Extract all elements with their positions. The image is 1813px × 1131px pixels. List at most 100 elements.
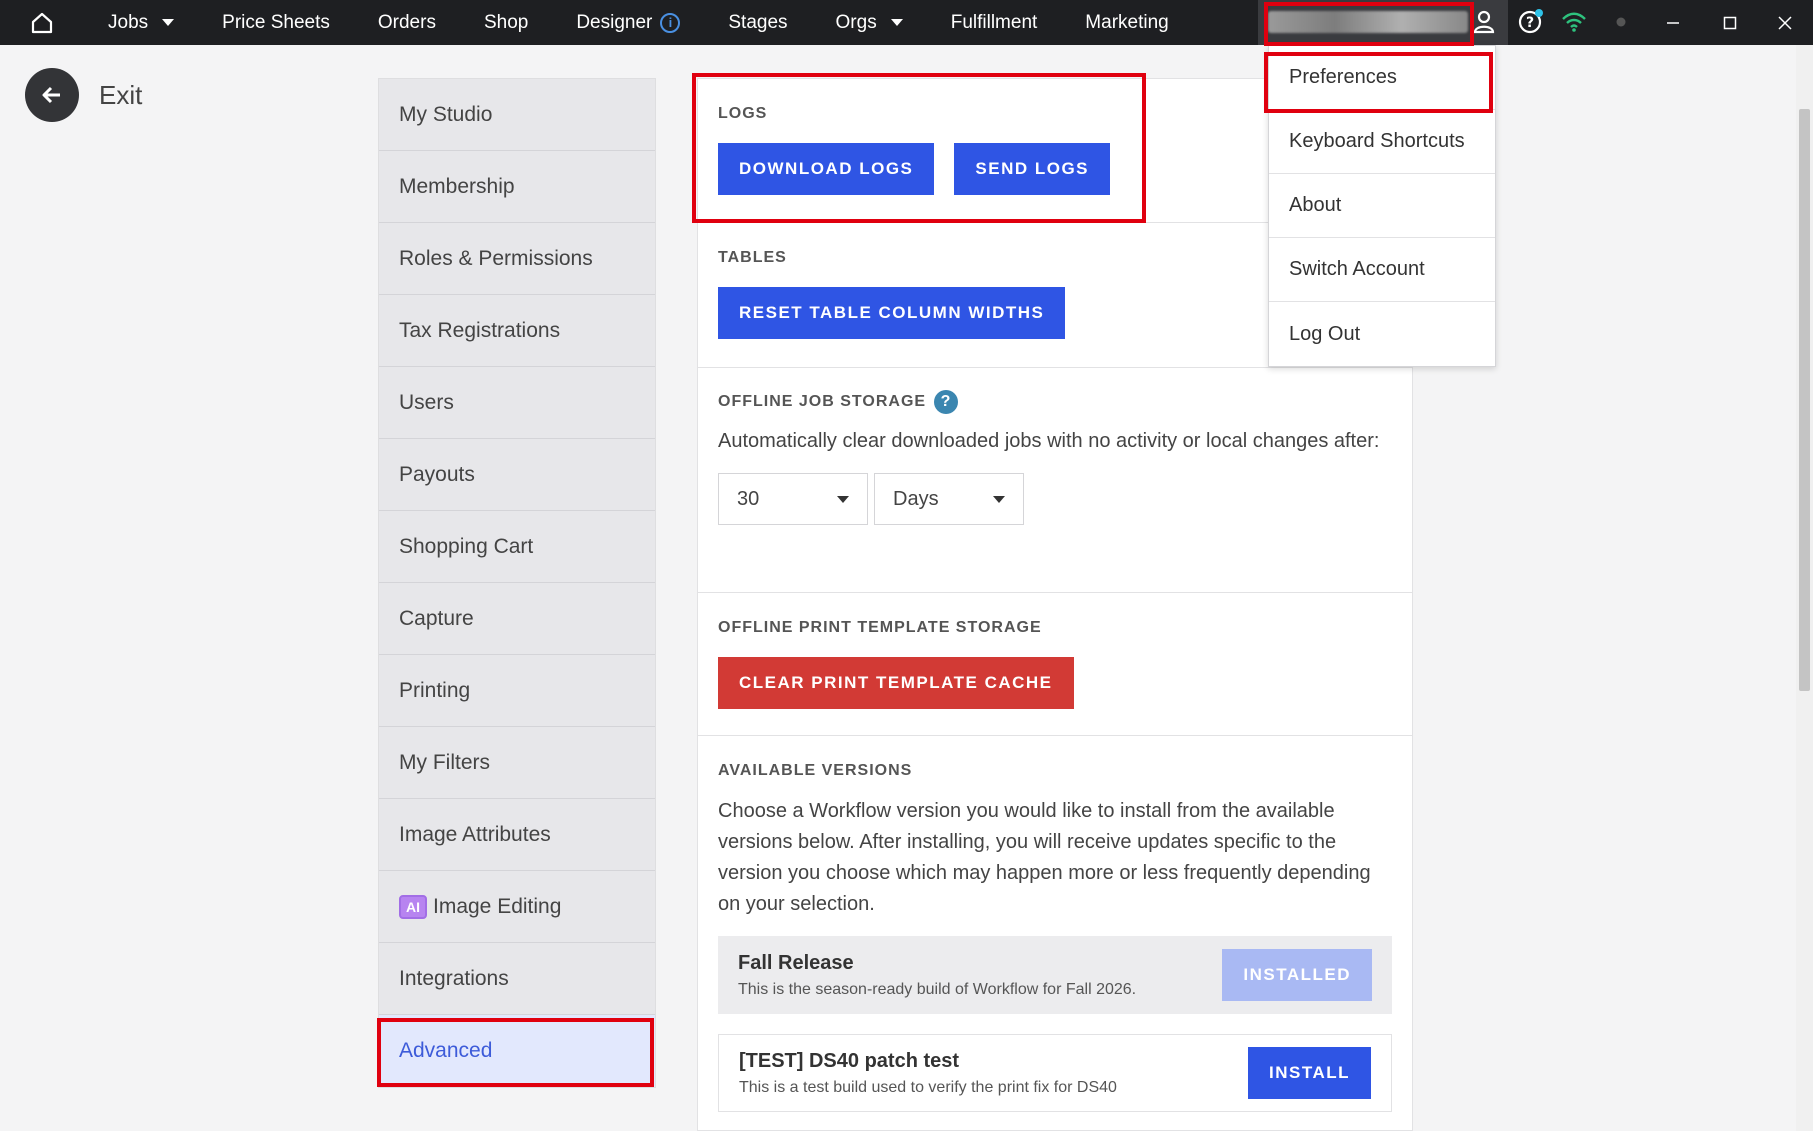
- sidebar-item-shopping-cart[interactable]: Shopping Cart: [379, 511, 655, 583]
- version-card-fall-release: Fall Release This is the season-ready bu…: [718, 936, 1392, 1014]
- home-icon: [31, 12, 53, 33]
- chevron-down-icon: [890, 19, 903, 26]
- back-arrow-icon: [25, 68, 79, 122]
- nav-fulfillment-label: Fulfillment: [950, 11, 1038, 33]
- scrollbar-thumb[interactable]: [1799, 109, 1810, 691]
- maximize-icon: [1723, 16, 1736, 29]
- help-icon[interactable]: ?: [1516, 8, 1544, 36]
- minimize-button[interactable]: [1644, 0, 1701, 45]
- sidebar-item-printing[interactable]: Printing: [379, 655, 655, 727]
- offline-job-description: Automatically clear downloaded jobs with…: [718, 430, 1380, 452]
- nav-jobs[interactable]: Jobs: [84, 0, 198, 45]
- offline-job-storage-header: OFFLINE JOB STORAGE?: [718, 390, 1392, 414]
- menu-item-switch-account[interactable]: Switch Account: [1269, 238, 1495, 302]
- clear-print-template-cache-button[interactable]: CLEAR PRINT TEMPLATE CACHE: [718, 657, 1074, 709]
- sidebar-item-my-studio[interactable]: My Studio: [379, 79, 655, 151]
- nav-shop[interactable]: Shop: [460, 0, 552, 45]
- clear-after-unit-select[interactable]: Days: [874, 473, 1024, 525]
- home-button[interactable]: [0, 0, 84, 45]
- install-button[interactable]: INSTALL: [1247, 1047, 1371, 1099]
- user-name-redacted: [1268, 11, 1468, 33]
- installed-button: INSTALLED: [1222, 949, 1372, 1001]
- sidebar-item-advanced[interactable]: Advanced: [379, 1015, 655, 1087]
- nav-price-sheets-label: Price Sheets: [222, 11, 330, 33]
- settings-sidebar: My Studio Membership Roles & Permissions…: [378, 78, 656, 1088]
- menu-item-keyboard-shortcuts[interactable]: Keyboard Shortcuts: [1269, 110, 1495, 174]
- nav-stages[interactable]: Stages: [704, 0, 811, 45]
- sidebar-item-capture[interactable]: Capture: [379, 583, 655, 655]
- nav-marketing-label: Marketing: [1085, 11, 1169, 33]
- nav-fulfillment[interactable]: Fulfillment: [927, 0, 1062, 45]
- available-versions-section: AVAILABLE VERSIONS Choose a Workflow ver…: [698, 736, 1412, 1112]
- offline-print-template-section: OFFLINE PRINT TEMPLATE STORAGE CLEAR PRI…: [698, 593, 1412, 736]
- version-description: This is the season-ready build of Workfl…: [738, 980, 1137, 998]
- version-name: [TEST] DS40 patch test: [739, 1049, 960, 1072]
- menu-item-about[interactable]: About: [1269, 174, 1495, 238]
- sidebar-item-my-filters[interactable]: My Filters: [379, 727, 655, 799]
- send-logs-button[interactable]: SEND LOGS: [954, 143, 1111, 195]
- offline-job-storage-section: OFFLINE JOB STORAGE? Automatically clear…: [698, 368, 1412, 593]
- sidebar-item-label: Integrations: [399, 966, 509, 990]
- nav-orders-label: Orders: [377, 11, 436, 33]
- page-scrollbar[interactable]: [1796, 45, 1813, 1131]
- help-icon[interactable]: ?: [934, 390, 959, 414]
- sidebar-item-label: Capture: [399, 606, 474, 630]
- nav-designer-label: Designer: [576, 11, 653, 33]
- close-window-button[interactable]: [1756, 0, 1813, 45]
- clear-after-amount-select[interactable]: 30: [718, 473, 868, 525]
- sidebar-item-payouts[interactable]: Payouts: [379, 439, 655, 511]
- nav-shop-label: Shop: [483, 11, 529, 33]
- chevron-down-icon: [837, 495, 849, 503]
- nav-designer[interactable]: Designer i: [552, 0, 704, 45]
- available-versions-title: AVAILABLE VERSIONS: [718, 762, 913, 779]
- nav-jobs-label: Jobs: [108, 11, 149, 33]
- sidebar-item-label: Shopping Cart: [399, 534, 534, 558]
- sidebar-item-label: Users: [399, 390, 454, 414]
- unit-value: Days: [893, 487, 939, 510]
- offline-job-storage-title: OFFLINE JOB STORAGE: [718, 393, 927, 410]
- sidebar-item-label: Printing: [399, 678, 471, 702]
- sidebar-item-label: Tax Registrations: [399, 318, 561, 342]
- svg-text:?: ?: [1526, 15, 1534, 31]
- sidebar-item-label: Membership: [399, 174, 515, 198]
- ai-badge-icon: AI: [399, 894, 427, 919]
- exit-label: Exit: [99, 79, 143, 110]
- minimize-icon: [1666, 21, 1679, 24]
- download-logs-button[interactable]: DOWNLOAD LOGS: [718, 143, 935, 195]
- menu-item-log-out[interactable]: Log Out: [1269, 302, 1495, 366]
- chevron-down-icon: [993, 495, 1005, 503]
- nav-orders[interactable]: Orders: [354, 0, 460, 45]
- close-icon: [1777, 15, 1792, 30]
- nav-marketing[interactable]: Marketing: [1061, 0, 1192, 45]
- menu-item-preferences[interactable]: Preferences: [1269, 46, 1495, 110]
- sidebar-item-membership[interactable]: Membership: [379, 151, 655, 223]
- reset-table-widths-button[interactable]: RESET TABLE COLUMN WIDTHS: [718, 287, 1066, 339]
- info-icon[interactable]: i: [660, 12, 681, 33]
- wifi-icon: [1560, 8, 1588, 36]
- sidebar-item-label: Payouts: [399, 462, 475, 486]
- sidebar-item-roles-permissions[interactable]: Roles & Permissions: [379, 223, 655, 295]
- sidebar-item-label: Advanced: [399, 1039, 493, 1062]
- sidebar-item-image-attributes[interactable]: Image Attributes: [379, 799, 655, 871]
- nav-price-sheets[interactable]: Price Sheets: [198, 0, 354, 45]
- nav-orgs[interactable]: Orgs: [812, 0, 927, 45]
- sidebar-item-tax-registrations[interactable]: Tax Registrations: [379, 295, 655, 367]
- sidebar-item-label: Roles & Permissions: [399, 246, 593, 270]
- chevron-down-icon: [162, 19, 175, 26]
- offline-print-template-title: OFFLINE PRINT TEMPLATE STORAGE: [718, 619, 1042, 636]
- amount-value: 30: [737, 487, 760, 510]
- sidebar-item-label: Image Editing: [433, 894, 562, 918]
- exit-button[interactable]: Exit: [25, 68, 142, 122]
- nav-orgs-label: Orgs: [835, 11, 877, 33]
- maximize-button[interactable]: [1701, 0, 1758, 45]
- user-icon[interactable]: [1470, 8, 1498, 36]
- sidebar-item-image-editing[interactable]: AI Image Editing: [379, 871, 655, 943]
- sidebar-item-integrations[interactable]: Integrations: [379, 943, 655, 1015]
- user-dropdown-menu: Preferences Keyboard Shortcuts About Swi…: [1268, 45, 1496, 367]
- sidebar-item-label: My Studio: [399, 102, 493, 126]
- sidebar-item-label: My Filters: [399, 750, 490, 774]
- nav-stages-label: Stages: [728, 11, 788, 33]
- sidebar-item-users[interactable]: Users: [379, 367, 655, 439]
- available-versions-description: Choose a Workflow version you would like…: [718, 800, 1371, 915]
- version-card-ds40-patch: [TEST] DS40 patch test This is a test bu…: [718, 1034, 1392, 1112]
